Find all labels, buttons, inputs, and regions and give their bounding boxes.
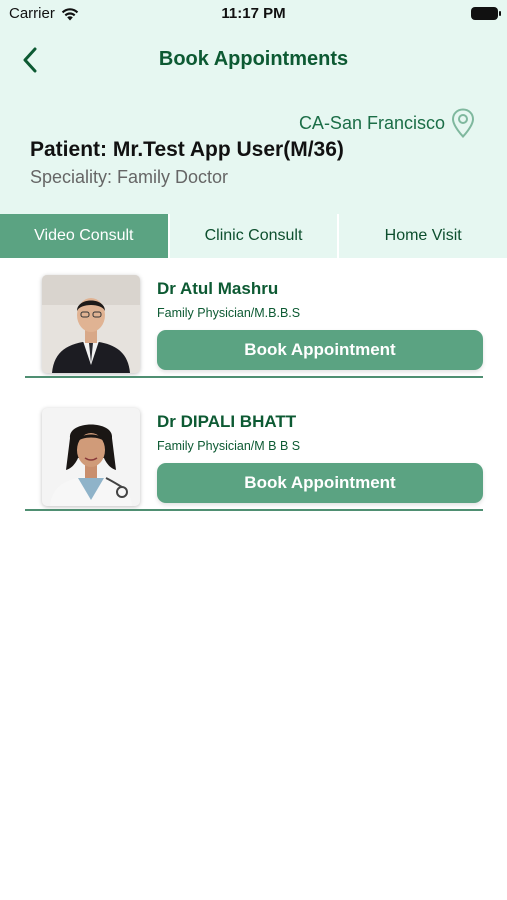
patient-info: Patient: Mr.Test App User(M/36) — [30, 138, 344, 161]
status-bar: Carrier 11:17 PM — [0, 0, 507, 28]
book-appointment-button[interactable]: Book Appointment — [157, 463, 483, 503]
doctor-qualification: Family Physician/M.B.B.S — [157, 306, 301, 320]
location-selector[interactable]: CA-San Francisco — [299, 108, 475, 138]
doctor-card: Dr DIPALI BHATT Family Physician/M B B S… — [25, 393, 483, 511]
doctor-name: Dr DIPALI BHATT — [157, 412, 297, 431]
doctor-qualification: Family Physician/M B B S — [157, 439, 301, 453]
doctor-name: Dr Atul Mashru — [157, 279, 279, 298]
doctor-card: Dr Atul Mashru Family Physician/M.B.B.S … — [25, 260, 483, 378]
map-pin-icon — [451, 108, 475, 138]
tab-clinic-consult[interactable]: Clinic Consult — [170, 214, 340, 258]
doctor-photo — [42, 275, 140, 373]
divider — [25, 376, 483, 378]
divider — [25, 509, 483, 511]
consult-tabs: Video Consult Clinic Consult Home Visit — [0, 214, 507, 258]
speciality-info: Speciality: Family Doctor — [30, 167, 229, 187]
book-appointment-button[interactable]: Book Appointment — [157, 330, 483, 370]
battery-icon — [471, 7, 501, 20]
location-label: CA-San Francisco — [298, 112, 445, 133]
doctor-photo — [42, 408, 140, 506]
tab-video-consult[interactable]: Video Consult — [0, 214, 170, 258]
status-time: 11:17 PM — [221, 5, 286, 22]
tab-home-visit[interactable]: Home Visit — [339, 214, 507, 258]
page-title: Book Appointments — [158, 48, 349, 70]
